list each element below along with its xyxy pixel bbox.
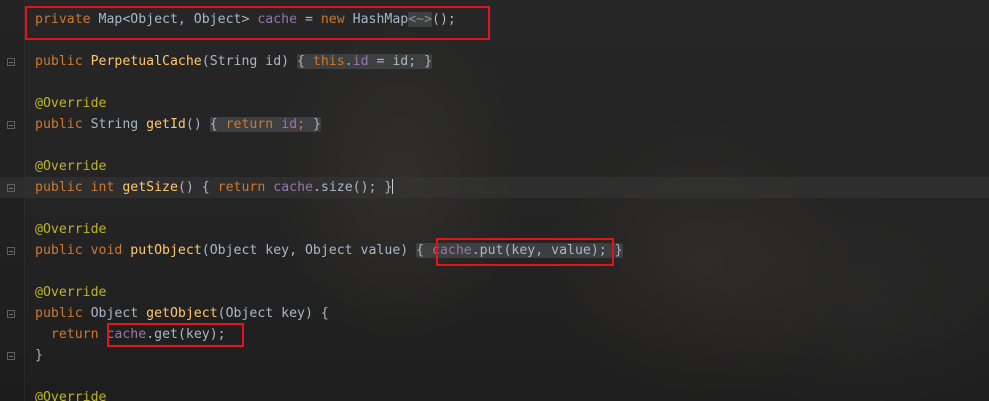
annotation-override: @Override xyxy=(35,159,107,174)
close-brace: } xyxy=(416,54,433,69)
folded-body[interactable]: { this.id = id; } xyxy=(297,54,433,69)
assignment: = id; xyxy=(368,54,417,69)
open-brace: { xyxy=(209,117,226,132)
field-ref: id xyxy=(352,54,369,69)
dot: . xyxy=(344,54,353,69)
code-line-constructor[interactable]: public PerpetualCache(String id) { this.… xyxy=(35,51,433,72)
method-name: putObject xyxy=(130,243,202,258)
code-line-return-get[interactable]: return cache.get(key); xyxy=(35,324,226,345)
close-brace: } xyxy=(606,243,623,258)
annotation-override: @Override xyxy=(35,222,107,237)
keyword-private: private xyxy=(35,12,91,27)
close-brace: } xyxy=(376,180,393,195)
method-params: (Object key, Object value) xyxy=(201,243,417,258)
code-editor[interactable]: private Map<Object, Object> cache = new … xyxy=(0,0,989,401)
method-params: () xyxy=(177,180,202,195)
keyword-new: new xyxy=(320,12,345,27)
keyword-return: return xyxy=(225,117,274,132)
open-brace: { xyxy=(297,54,313,69)
open-brace: { xyxy=(416,243,433,258)
annotation-override: @Override xyxy=(35,285,107,300)
fold-marker-icon[interactable] xyxy=(7,247,15,255)
fold-marker-icon[interactable] xyxy=(7,184,15,192)
fold-marker-icon[interactable] xyxy=(7,310,15,318)
close-brace: } xyxy=(305,117,321,132)
method-call: .size(); xyxy=(312,180,377,195)
keyword-public: public xyxy=(35,117,83,132)
semicolon: ; xyxy=(297,117,306,132)
keyword-void: void xyxy=(82,243,123,258)
return-type: String xyxy=(82,117,147,132)
keyword-int: int xyxy=(82,180,115,195)
method-name: getSize xyxy=(122,180,178,195)
field-ref: id xyxy=(281,117,298,132)
fold-marker-icon[interactable] xyxy=(7,121,15,129)
fold-marker-icon[interactable] xyxy=(7,58,15,66)
annotation-override: @Override xyxy=(35,390,107,401)
field-ref: cache xyxy=(106,327,147,342)
code-line-getsize[interactable]: public int getSize() { return cache.size… xyxy=(35,177,394,198)
method-name: getObject xyxy=(146,306,218,321)
code-line-putobject[interactable]: public void putObject(Object key, Object… xyxy=(35,240,623,261)
keyword-public: public xyxy=(35,243,83,258)
keyword-return: return xyxy=(217,180,266,195)
keyword-return: return xyxy=(50,327,99,342)
keyword-public: public xyxy=(35,180,83,195)
method-call: .put(key, value); xyxy=(471,243,607,258)
folded-body[interactable]: { return id; } xyxy=(209,117,321,132)
open-brace: { xyxy=(201,180,218,195)
gutter-divider xyxy=(24,0,25,401)
method-name: PerpetualCache xyxy=(90,54,202,69)
return-type: Object xyxy=(82,306,147,321)
field-name: cache xyxy=(257,12,298,27)
code-line-field-declaration[interactable]: private Map<Object, Object> cache = new … xyxy=(35,9,456,30)
field-ref: cache xyxy=(432,243,472,258)
text-caret xyxy=(392,179,394,194)
constructor-call: (); xyxy=(432,12,456,27)
keyword-this: this xyxy=(312,54,345,69)
annotation-override: @Override xyxy=(35,96,107,111)
folded-body[interactable]: { cache.put(key, value); } xyxy=(416,243,623,258)
fold-marker-icon[interactable] xyxy=(7,352,15,360)
code-line-getid[interactable]: public String getId() { return id; } xyxy=(35,114,321,135)
code-line-getobject[interactable]: public Object getObject(Object key) { xyxy=(35,303,329,324)
field-type: Map<Object, Object> xyxy=(98,12,258,27)
method-params: (Object key) { xyxy=(217,306,329,321)
close-brace: } xyxy=(35,348,43,363)
class-name: HashMap xyxy=(344,12,409,27)
keyword-public: public xyxy=(35,54,83,69)
assign-operator: = xyxy=(297,12,321,27)
folded-diamond[interactable]: <~> xyxy=(408,12,433,27)
method-name: getId xyxy=(146,117,186,132)
method-params: () xyxy=(185,117,210,132)
field-ref: cache xyxy=(273,180,313,195)
keyword-public: public xyxy=(35,306,83,321)
method-call: .get(key); xyxy=(146,327,226,342)
method-params: (String id) xyxy=(201,54,298,69)
